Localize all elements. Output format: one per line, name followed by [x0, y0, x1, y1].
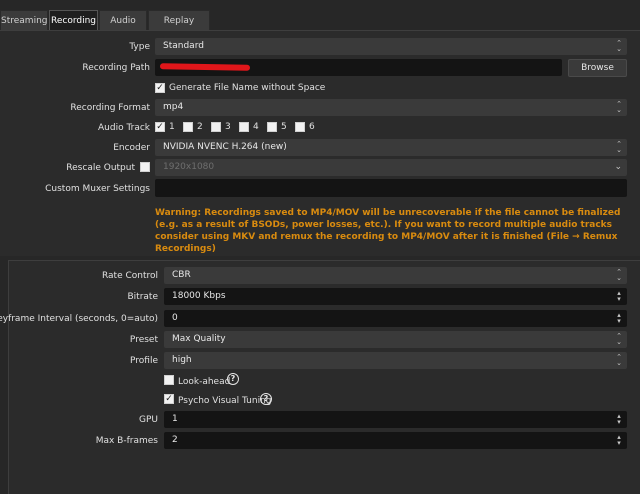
rescale-output-value: 1920x1080 [163, 162, 215, 172]
gpu-value: 1 [172, 414, 178, 424]
max-b-frames-value: 2 [172, 435, 178, 445]
audio-track-2-label: 2 [197, 122, 203, 132]
bitrate-value: 18000 Kbps [172, 291, 226, 301]
updown-arrows-icon: ⌃ ⌄ [616, 140, 622, 154]
audio-track-5-checkbox[interactable]: ✓ [267, 122, 277, 132]
tab-replay-buffer[interactable]: Replay Buffer [148, 10, 210, 46]
spin-arrows-icon: ▴ ▾ [617, 412, 621, 426]
recording-format-label: Recording Format [70, 103, 150, 113]
psycho-visual-tuning-checkbox[interactable]: ✓ [164, 394, 174, 404]
max-b-frames-spinbox[interactable]: 2 ▴ ▾ [164, 432, 627, 449]
generate-filename-checkbox[interactable]: ✓ [155, 83, 165, 93]
preset-select[interactable]: Max Quality ⌃ ⌄ [164, 331, 627, 348]
audio-track-1-label: 1 [169, 122, 175, 132]
profile-select[interactable]: high ⌃ ⌄ [164, 352, 627, 369]
bitrate-label: Bitrate [127, 292, 159, 302]
tab-recording[interactable]: Recording [49, 10, 98, 30]
updown-arrows-icon: ⌃ ⌄ [616, 39, 622, 53]
max-b-frames-label: Max B-frames [95, 436, 158, 446]
bitrate-spinbox[interactable]: 18000 Kbps ▴ ▾ [164, 288, 627, 305]
rate-control-label: Rate Control [101, 271, 158, 281]
mp4-warning-text: Warning: Recordings saved to MP4/MOV wil… [155, 208, 621, 254]
spin-arrows-icon: ▴ ▾ [617, 433, 621, 447]
audio-track-6-label: 6 [309, 122, 315, 132]
audio-track-5-label: 5 [281, 122, 287, 132]
audio-track-6-checkbox[interactable]: ✓ [295, 122, 305, 132]
rescale-output-checkbox[interactable]: ✓ [140, 162, 150, 172]
updown-arrows-icon: ⌃ ⌄ [616, 268, 622, 282]
audio-track-label: Audio Track [98, 123, 150, 133]
type-label: Type [129, 42, 150, 52]
encoder-label: Encoder [113, 143, 150, 153]
audio-track-4-checkbox[interactable]: ✓ [239, 122, 249, 132]
chevron-down-icon: ⌄ [614, 162, 622, 172]
audio-track-2-checkbox[interactable]: ✓ [183, 122, 193, 132]
browse-button[interactable]: Browse [568, 59, 627, 77]
gpu-spinbox[interactable]: 1 ▴ ▾ [164, 411, 627, 428]
encoder-value: NVIDIA NVENC H.264 (new) [163, 142, 287, 152]
spin-arrows-icon: ▴ ▾ [617, 289, 621, 303]
preset-value: Max Quality [172, 334, 226, 344]
keyframe-interval-spinbox[interactable]: 0 ▴ ▾ [164, 310, 627, 327]
rate-control-select[interactable]: CBR ⌃ ⌄ [164, 267, 627, 284]
audio-track-1-checkbox[interactable]: ✓ [155, 122, 165, 132]
recording-format-select[interactable]: mp4 ⌃ ⌄ [155, 99, 627, 116]
profile-value: high [172, 355, 192, 365]
look-ahead-label: Look-ahead [178, 377, 231, 387]
rescale-output-label: Rescale Output [66, 163, 135, 173]
updown-arrows-icon: ⌃ ⌄ [616, 332, 622, 346]
tab-streaming[interactable]: Streaming [0, 10, 48, 30]
help-icon[interactable]: ? [227, 373, 239, 385]
updown-arrows-icon: ⌃ ⌄ [616, 100, 622, 114]
settings-tab-bar: Streaming Recording Audio Replay Buffer [0, 10, 640, 46]
type-value: Standard [163, 41, 204, 51]
recording-format-value: mp4 [163, 102, 184, 112]
psycho-visual-tuning-label: Psycho Visual Tuning [178, 396, 272, 406]
audio-track-4-label: 4 [253, 122, 259, 132]
custom-muxer-input[interactable] [155, 179, 627, 197]
spin-arrows-icon: ▴ ▾ [617, 311, 621, 325]
gpu-label: GPU [139, 415, 158, 425]
recording-path-label: Recording Path [82, 63, 150, 73]
rescale-output-select[interactable]: 1920x1080 ⌄ [155, 159, 627, 176]
audio-track-3-checkbox[interactable]: ✓ [211, 122, 221, 132]
help-icon[interactable]: ? [260, 393, 272, 405]
encoder-select[interactable]: NVIDIA NVENC H.264 (new) ⌃ ⌄ [155, 139, 627, 156]
audio-track-3-label: 3 [225, 122, 231, 132]
generate-filename-label: Generate File Name without Space [169, 83, 326, 93]
preset-label: Preset [129, 335, 158, 345]
type-select[interactable]: Standard ⌃ ⌄ [155, 38, 627, 55]
profile-label: Profile [130, 356, 158, 366]
rate-control-value: CBR [172, 270, 191, 280]
tab-audio[interactable]: Audio [99, 10, 147, 30]
keyframe-interval-value: 0 [172, 313, 178, 323]
look-ahead-checkbox[interactable]: ✓ [164, 375, 174, 385]
custom-muxer-label: Custom Muxer Settings [45, 184, 150, 194]
updown-arrows-icon: ⌃ ⌄ [616, 353, 622, 367]
keyframe-interval-label: Keyframe Interval (seconds, 0=auto) [0, 314, 158, 324]
